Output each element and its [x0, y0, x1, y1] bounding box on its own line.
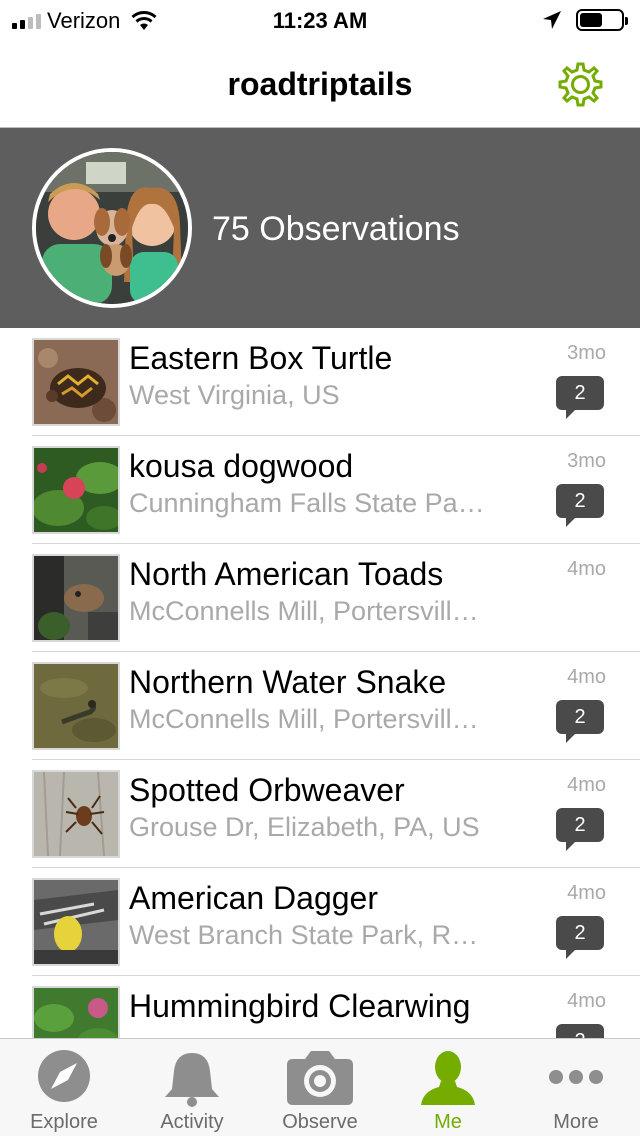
tab-label: Me	[434, 1111, 462, 1133]
camera-icon	[287, 1051, 353, 1105]
tab-bar: Explore Activity Observe Me More	[0, 1038, 640, 1136]
profile-photo	[36, 152, 188, 304]
observation-time: 4mo	[567, 990, 606, 1012]
gear-icon[interactable]	[554, 60, 604, 110]
observation-name: North American Toads	[129, 556, 444, 592]
observation-name: Eastern Box Turtle	[129, 340, 393, 376]
list-item[interactable]: North American Toads McConnells Mill, Po…	[0, 544, 640, 652]
comment-count-badge: 2	[556, 484, 604, 527]
tab-activity[interactable]: Activity	[128, 1039, 256, 1136]
list-item[interactable]: kousa dogwood Cunningham Falls State Pa……	[0, 436, 640, 544]
observation-thumbnail	[32, 554, 120, 642]
observation-thumbnail	[32, 662, 120, 750]
list-item[interactable]: Northern Water Snake McConnells Mill, Po…	[0, 652, 640, 760]
tab-explore[interactable]: Explore	[0, 1039, 128, 1136]
observations-list[interactable]: Eastern Box Turtle West Virginia, US 3mo…	[0, 328, 640, 1038]
observation-name: American Dagger	[129, 880, 378, 916]
list-item[interactable]: Eastern Box Turtle West Virginia, US 3mo…	[0, 328, 640, 436]
status-bar: Verizon 11:23 AM	[0, 0, 640, 40]
observation-name: kousa dogwood	[129, 448, 354, 484]
observation-place: West Branch State Park, R…	[129, 920, 479, 950]
observation-place: McConnells Mill, Portersvill…	[129, 704, 479, 734]
compass-icon	[38, 1050, 90, 1102]
observation-place: Cunningham Falls State Pa…	[129, 488, 485, 518]
observation-name: Spotted Orbweaver	[129, 772, 405, 808]
observation-time: 3mo	[567, 450, 606, 472]
comment-count-badge: 2	[556, 376, 604, 419]
comment-count-badge: 2	[556, 808, 604, 851]
more-dots-icon	[549, 1070, 603, 1084]
observation-time: 4mo	[567, 666, 606, 688]
list-item[interactable]: Spotted Orbweaver Grouse Dr, Elizabeth, …	[0, 760, 640, 868]
list-item[interactable]: American Dagger West Branch State Park, …	[0, 868, 640, 976]
page-title: roadtriptails	[227, 66, 413, 102]
observation-thumbnail	[32, 986, 120, 1038]
observation-thumbnail	[32, 770, 120, 858]
tab-label: Explore	[30, 1111, 98, 1133]
battery-icon	[576, 9, 628, 31]
observation-time: 3mo	[567, 342, 606, 364]
observation-time: 4mo	[567, 558, 606, 580]
observation-thumbnail	[32, 446, 120, 534]
observation-thumbnail	[32, 338, 120, 426]
observations-count: 75 Observations	[212, 210, 460, 248]
comment-count-badge: 2	[556, 916, 604, 959]
tab-label: Activity	[160, 1111, 224, 1133]
profile-header: 75 Observations	[0, 128, 640, 328]
location-arrow-icon	[543, 11, 561, 29]
tab-more[interactable]: More	[512, 1039, 640, 1136]
person-icon	[421, 1051, 475, 1105]
observation-name: Hummingbird Clearwing	[129, 988, 471, 1024]
observation-name: Northern Water Snake	[129, 664, 447, 700]
tab-label: More	[553, 1111, 599, 1133]
observation-time: 4mo	[567, 882, 606, 904]
observation-time: 4mo	[567, 774, 606, 796]
tab-me[interactable]: Me	[384, 1039, 512, 1136]
observation-place: West Virginia, US	[129, 380, 340, 410]
tab-label: Observe	[282, 1111, 358, 1133]
avatar[interactable]	[32, 148, 192, 308]
nav-bar: roadtriptails	[0, 40, 640, 128]
observation-place: Grouse Dr, Elizabeth, PA, US	[129, 812, 480, 842]
observation-thumbnail	[32, 878, 120, 966]
comment-count-badge: 2	[556, 700, 604, 743]
observation-place: McConnells Mill, Portersvill…	[129, 596, 479, 626]
list-item[interactable]: Hummingbird Clearwing 4mo 2	[0, 976, 640, 1038]
comment-count-badge: 2	[556, 1024, 604, 1038]
bell-icon	[165, 1053, 219, 1107]
status-right	[542, 9, 628, 31]
tab-observe[interactable]: Observe	[256, 1039, 384, 1136]
battery-level	[580, 13, 602, 27]
